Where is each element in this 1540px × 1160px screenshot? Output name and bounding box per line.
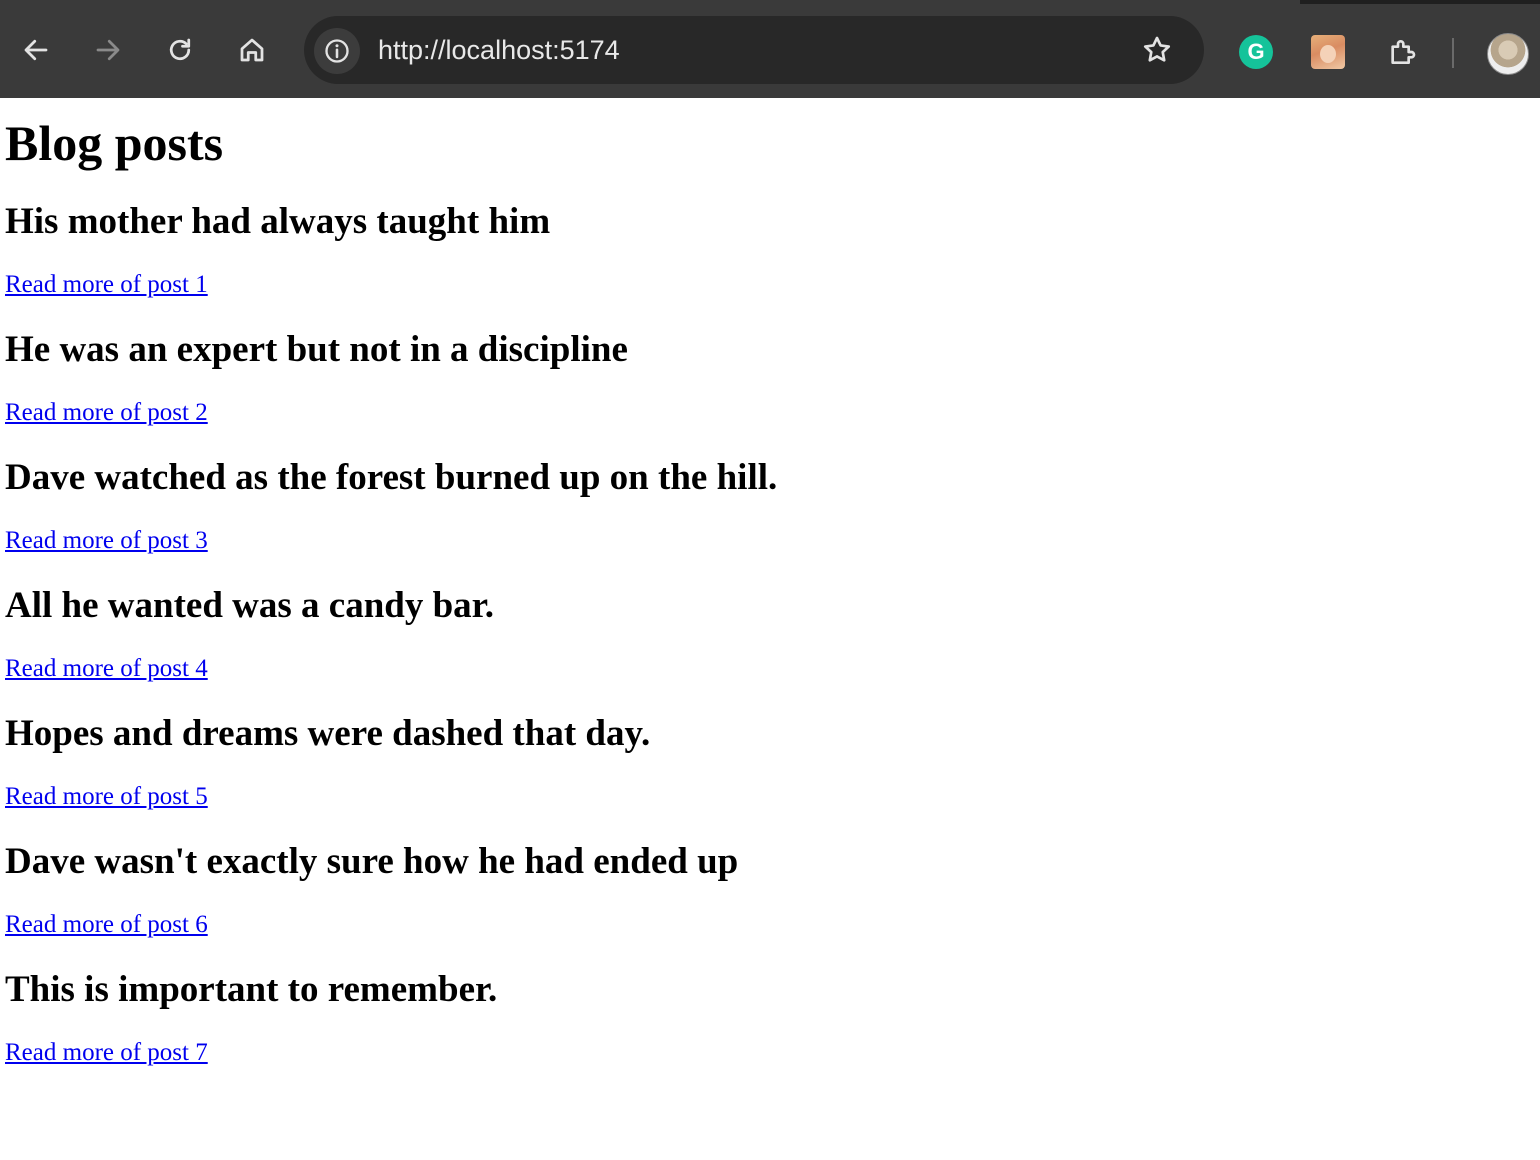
read-more-link[interactable]: Read more of post 4 <box>5 654 208 684</box>
grammarly-extension[interactable]: G <box>1238 34 1274 70</box>
url-text[interactable]: http://localhost:5174 <box>378 16 620 84</box>
home-icon <box>240 38 264 62</box>
page-title: Blog posts <box>5 115 224 171</box>
post-title: Hopes and dreams were dashed that day. <box>5 713 651 754</box>
post-title: His mother had always taught him <box>5 201 551 242</box>
post-title: Dave wasn't exactly sure how he had ende… <box>5 841 739 882</box>
grammarly-icon: G <box>1239 35 1273 69</box>
info-icon <box>325 39 349 63</box>
post-title: All he wanted was a candy bar. <box>5 585 494 626</box>
post-item: He was an expert but not in a discipline… <box>5 328 1540 428</box>
reload-button[interactable] <box>158 28 202 72</box>
back-button[interactable] <box>14 28 58 72</box>
toolbar-separator <box>1452 38 1454 68</box>
post-title: Dave watched as the forest burned up on … <box>5 457 778 498</box>
read-more-link[interactable]: Read more of post 7 <box>5 1038 208 1068</box>
star-icon <box>1143 36 1171 62</box>
arrow-right-icon <box>96 39 120 61</box>
post-item: His mother had always taught him Read mo… <box>5 200 1540 300</box>
post-item: Dave watched as the forest burned up on … <box>5 456 1540 556</box>
read-more-link[interactable]: Read more of post 5 <box>5 782 208 812</box>
post-title: He was an expert but not in a discipline <box>5 329 628 370</box>
post-item: All he wanted was a candy bar. Read more… <box>5 584 1540 684</box>
arrow-left-icon <box>24 39 48 61</box>
bookmark-button[interactable] <box>1140 33 1174 67</box>
tab-strip-edge <box>0 0 1300 4</box>
read-more-link[interactable]: Read more of post 1 <box>5 270 208 300</box>
profile-avatar[interactable] <box>1487 33 1529 75</box>
read-more-link[interactable]: Read more of post 2 <box>5 398 208 428</box>
address-bar[interactable]: http://localhost:5174 <box>304 16 1204 84</box>
home-button[interactable] <box>230 28 274 72</box>
site-info-button[interactable] <box>314 28 360 74</box>
read-more-link[interactable]: Read more of post 6 <box>5 910 208 940</box>
post-item: Dave wasn't exactly sure how he had ende… <box>5 840 1540 940</box>
puzzle-icon <box>1391 40 1416 64</box>
page-content: Blog posts His mother had always taught … <box>0 98 1540 1068</box>
avatar-extension[interactable] <box>1310 34 1346 70</box>
reload-icon <box>169 38 191 61</box>
post-item: This is important to remember. Read more… <box>5 968 1540 1068</box>
post-title: This is important to remember. <box>5 969 498 1010</box>
post-item: Hopes and dreams were dashed that day. R… <box>5 712 1540 812</box>
extensions-button[interactable] <box>1384 34 1420 70</box>
read-more-link[interactable]: Read more of post 3 <box>5 526 208 556</box>
forward-button[interactable] <box>86 28 130 72</box>
browser-toolbar: http://localhost:5174 G <box>0 0 1540 98</box>
doll-avatar-icon <box>1311 35 1345 69</box>
